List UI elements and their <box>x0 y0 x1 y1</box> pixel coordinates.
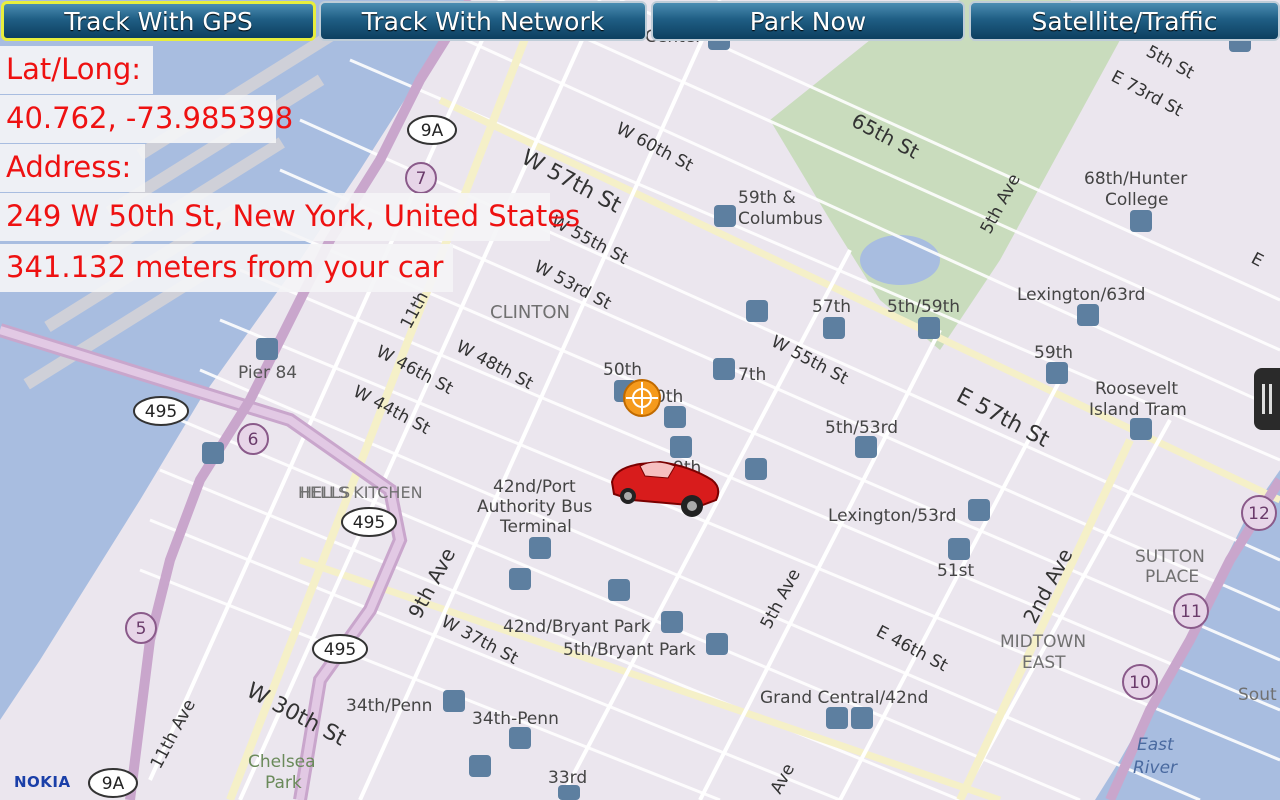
station-label: 5th/59th <box>887 297 960 317</box>
park-label: Park <box>265 773 302 793</box>
area-label: MIDTOWN <box>1000 632 1086 652</box>
route-circle: 11 <box>1173 593 1209 629</box>
route-circle: 12 <box>1241 495 1277 531</box>
area-label: CLINTON <box>490 302 570 323</box>
route-shield: 9A <box>407 115 457 145</box>
park-label: Chelsea <box>248 752 316 772</box>
station-label: 59th & <box>738 188 796 208</box>
svg-text:495: 495 <box>353 513 385 533</box>
station-label: Roosevelt <box>1095 379 1178 399</box>
nokia-logo: NOKIA <box>14 773 71 791</box>
area-label: EAST <box>1022 653 1066 673</box>
area-label: HELLS KITCHEN <box>298 483 423 502</box>
station-label: Lexington/53rd <box>828 506 956 526</box>
route-circle: 6 <box>237 423 269 455</box>
svg-text:5: 5 <box>136 619 147 639</box>
svg-text:9A: 9A <box>421 121 444 141</box>
station-label: 5th/Bryant Park <box>563 640 696 660</box>
station-label: 42nd/Bryant Park <box>503 617 651 637</box>
water-label: East <box>1137 735 1175 755</box>
track-with-gps-button[interactable]: Track With GPS <box>1 1 316 41</box>
route-circle: 10 <box>1122 664 1158 700</box>
pier-label: Pier 84 <box>238 363 297 383</box>
station-label: College <box>1105 190 1168 210</box>
station-label: 5th/53rd <box>825 418 898 438</box>
station-label: 59th <box>1034 343 1073 363</box>
current-location-icon[interactable] <box>623 379 661 417</box>
route-circle: 5 <box>125 612 157 644</box>
route-shield: 495 <box>312 634 368 664</box>
address-value: 249 W 50th St, New York, United States <box>0 193 580 241</box>
station-label: 68th/Hunter <box>1084 169 1187 189</box>
latlong-label: Lat/Long: <box>0 46 153 94</box>
park-now-button[interactable]: Park Now <box>651 1 965 41</box>
area-label: SUTTON <box>1135 547 1205 567</box>
station-label: 34th-Penn <box>472 709 559 729</box>
station-label: 50th <box>603 360 642 380</box>
svg-text:12: 12 <box>1248 504 1270 524</box>
svg-text:9A: 9A <box>102 774 125 794</box>
station-label: 42nd/Port <box>493 477 576 497</box>
station-label: 7th <box>738 365 766 385</box>
station-label: Lexington/63rd <box>1017 285 1145 305</box>
svg-text:495: 495 <box>145 402 177 422</box>
station-label: Columbus <box>738 209 823 229</box>
route-shield: 495 <box>341 507 397 537</box>
svg-text:6: 6 <box>248 430 259 450</box>
svg-text:11: 11 <box>1180 602 1202 622</box>
station-label: 57th <box>812 297 851 317</box>
distance-text: 341.132 meters from your car <box>0 244 453 292</box>
station-label: 34th/Penn <box>346 696 432 716</box>
top-toolbar: Track With GPS Track With Network Park N… <box>0 0 1280 44</box>
station-label: 51st <box>937 561 974 581</box>
station-label: Authority Bus <box>477 497 593 517</box>
station-label: Island Tram <box>1089 400 1187 420</box>
station-label: Terminal <box>499 517 572 537</box>
route-shield: 9A <box>88 768 138 798</box>
latlong-value: 40.762, -73.985398 <box>0 95 293 143</box>
drawer-handle[interactable] <box>1254 368 1280 430</box>
area-label: Sout <box>1238 685 1277 705</box>
svg-text:10: 10 <box>1129 673 1151 693</box>
svg-text:7: 7 <box>416 169 427 189</box>
track-with-network-button[interactable]: Track With Network <box>319 1 647 41</box>
svg-text:495: 495 <box>324 640 356 660</box>
water-label: River <box>1133 758 1178 778</box>
route-shield: 495 <box>133 396 189 426</box>
satellite-traffic-button[interactable]: Satellite/Traffic <box>969 1 1280 41</box>
station-label: Grand Central/42nd <box>760 688 928 708</box>
area-label: PLACE <box>1145 567 1199 587</box>
route-circle: 7 <box>405 162 437 194</box>
address-label: Address: <box>0 144 145 192</box>
